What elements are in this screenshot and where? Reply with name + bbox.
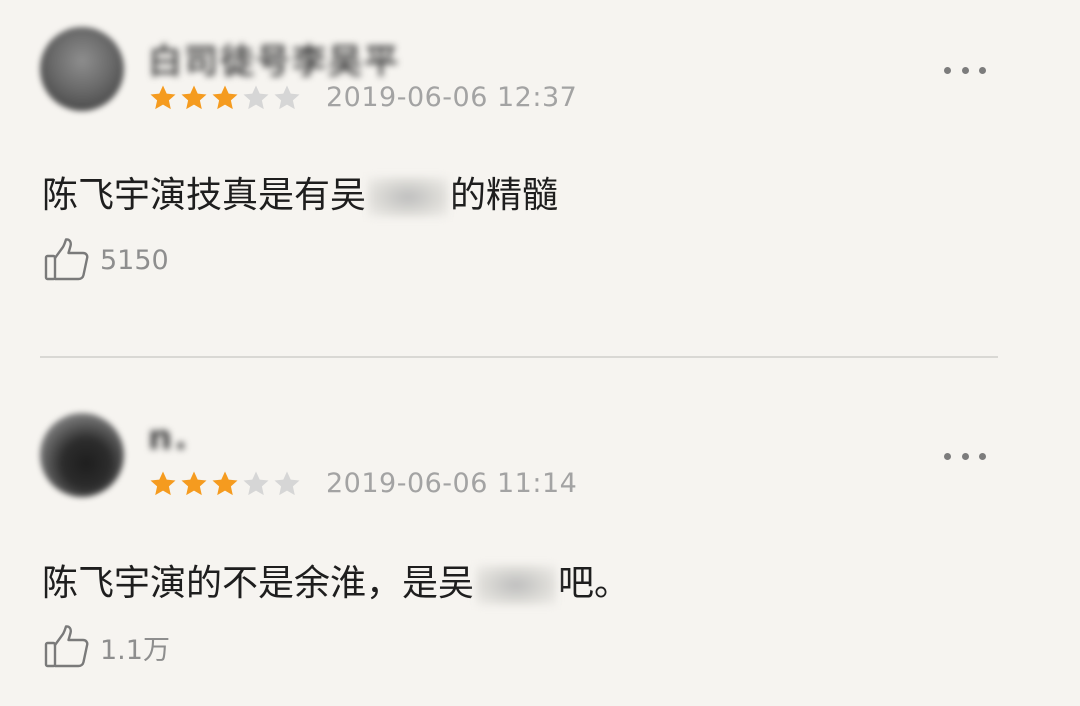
more-dots-icon[interactable] [944,64,986,76]
like-button[interactable]: 5150 [42,235,169,285]
star-empty-icon [241,469,271,499]
avatar[interactable] [40,27,124,111]
star-filled-icon [148,469,178,499]
comment-item: 白司徒号李吴平 2019-06-06 12:37 陈飞宇演技真是有吴 的精髓 51… [0,0,1080,356]
comment-item: n. 2019-06-06 11:14 陈飞宇演的不是余淮，是吴 吧。 1.1万 [0,358,1080,706]
star-filled-icon [179,469,209,499]
comments-page: 白司徒号李吴平 2019-06-06 12:37 陈飞宇演技真是有吴 的精髓 51… [0,0,1080,706]
like-count: 5150 [100,244,169,276]
username[interactable]: 白司徒号李吴平 [148,34,400,83]
star-empty-icon [272,83,302,113]
like-count: 1.1万 [100,634,170,666]
star-empty-icon [241,83,271,113]
username[interactable]: n. [148,418,189,458]
star-filled-icon [210,469,240,499]
dot [944,66,951,74]
rating-stars [148,83,302,113]
rating-stars [148,469,302,499]
dot [944,452,951,460]
star-filled-icon [210,83,240,113]
dot [961,66,969,74]
star-filled-icon [148,83,178,113]
dot [979,452,986,460]
comment-text-after: 吧。 [558,563,631,604]
comment-text-before: 陈飞宇演的不是余淮，是吴 [42,563,475,604]
star-empty-icon [272,469,302,499]
thumbs-up-icon [42,622,92,672]
comment-text: 陈飞宇演的不是余淮，是吴 吧。 [42,554,630,606]
comment-timestamp: 2019-06-06 11:14 [326,468,578,499]
redacted-blur [368,177,449,217]
dot [979,66,986,74]
star-filled-icon [179,83,209,113]
comment-text-after: 的精髓 [450,175,559,216]
like-button[interactable]: 1.1万 [42,622,170,672]
redacted-blur [476,565,557,605]
comment-timestamp: 2019-06-06 12:37 [326,82,578,113]
avatar[interactable] [40,413,124,497]
more-dots-icon[interactable] [944,450,986,462]
comment-text-before: 陈飞宇演技真是有吴 [42,175,367,216]
thumbs-up-icon [42,235,92,285]
dot [961,452,969,460]
comment-text: 陈飞宇演技真是有吴 的精髓 [42,166,558,218]
